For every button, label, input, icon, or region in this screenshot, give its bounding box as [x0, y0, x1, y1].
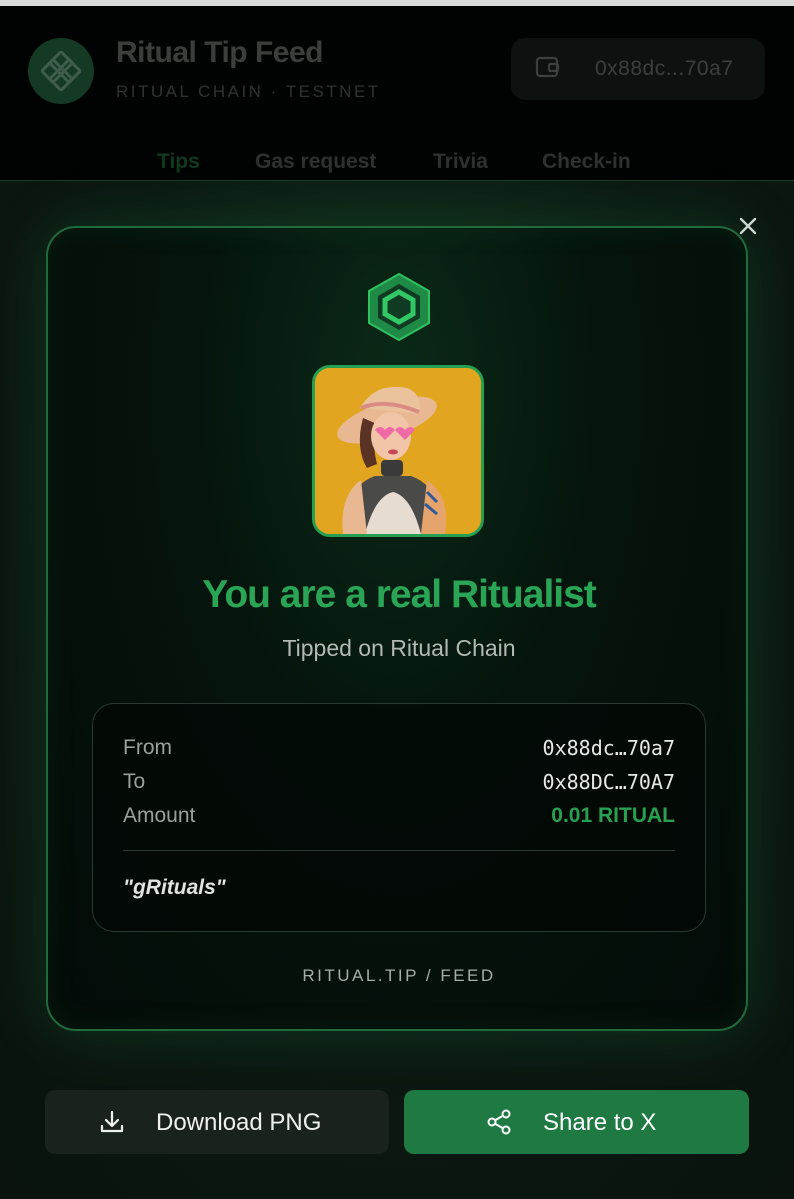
share-icon — [487, 1109, 511, 1135]
download-icon — [100, 1110, 124, 1133]
app-title: Ritual Tip Feed — [116, 36, 323, 69]
amount-row: Amount 0.01 RITUAL — [123, 804, 675, 832]
download-png-button[interactable]: Download PNG — [45, 1090, 389, 1154]
to-row: To 0x88DC…70A7 — [123, 770, 675, 798]
tab-trivia[interactable]: Trivia — [433, 150, 488, 174]
divider — [123, 850, 675, 851]
from-label: From — [123, 736, 172, 759]
from-row: From 0x88dc…70a7 — [123, 736, 675, 764]
avatar — [312, 365, 484, 537]
download-label: Download PNG — [156, 1109, 322, 1136]
tip-success-overlay: You are a real Ritualist Tipped on Ritua… — [0, 180, 794, 1199]
amount-value: 0.01 RITUAL — [551, 804, 675, 827]
tab-tips[interactable]: Tips — [157, 150, 200, 174]
tab-check-in[interactable]: Check-in — [542, 150, 631, 174]
tip-card: You are a real Ritualist Tipped on Ritua… — [46, 226, 748, 1031]
app-subtitle: RITUAL CHAIN · TESTNET — [116, 82, 381, 101]
close-icon — [739, 217, 757, 235]
footer-mark: RITUAL.TIP / FEED — [302, 966, 496, 985]
share-label: Share to X — [543, 1109, 657, 1136]
tip-memo: "gRituals" — [123, 876, 226, 899]
tab-gas-request[interactable]: Gas request — [255, 150, 376, 174]
nav-tabs: Tips Gas request Trivia Check-in — [0, 150, 794, 180]
wallet-address: 0x88dc...70a7 — [595, 57, 734, 80]
headline: You are a real Ritualist — [202, 573, 597, 616]
share-to-x-button[interactable]: Share to X — [404, 1090, 749, 1154]
wallet-button[interactable]: 0x88dc...70a7 — [511, 38, 765, 100]
tip-details: From 0x88dc…70a7 To 0x88DC…70A7 Amount 0… — [92, 703, 706, 932]
knot-logo-icon — [28, 38, 94, 104]
to-label: To — [123, 770, 146, 793]
from-address: 0x88dc…70a7 — [542, 736, 675, 760]
hexagon-logo-icon — [368, 272, 430, 342]
to-address: 0x88DC…70A7 — [542, 770, 675, 794]
amount-label: Amount — [123, 804, 196, 827]
subhead: Tipped on Ritual Chain — [282, 635, 516, 661]
wallet-icon — [535, 55, 561, 84]
